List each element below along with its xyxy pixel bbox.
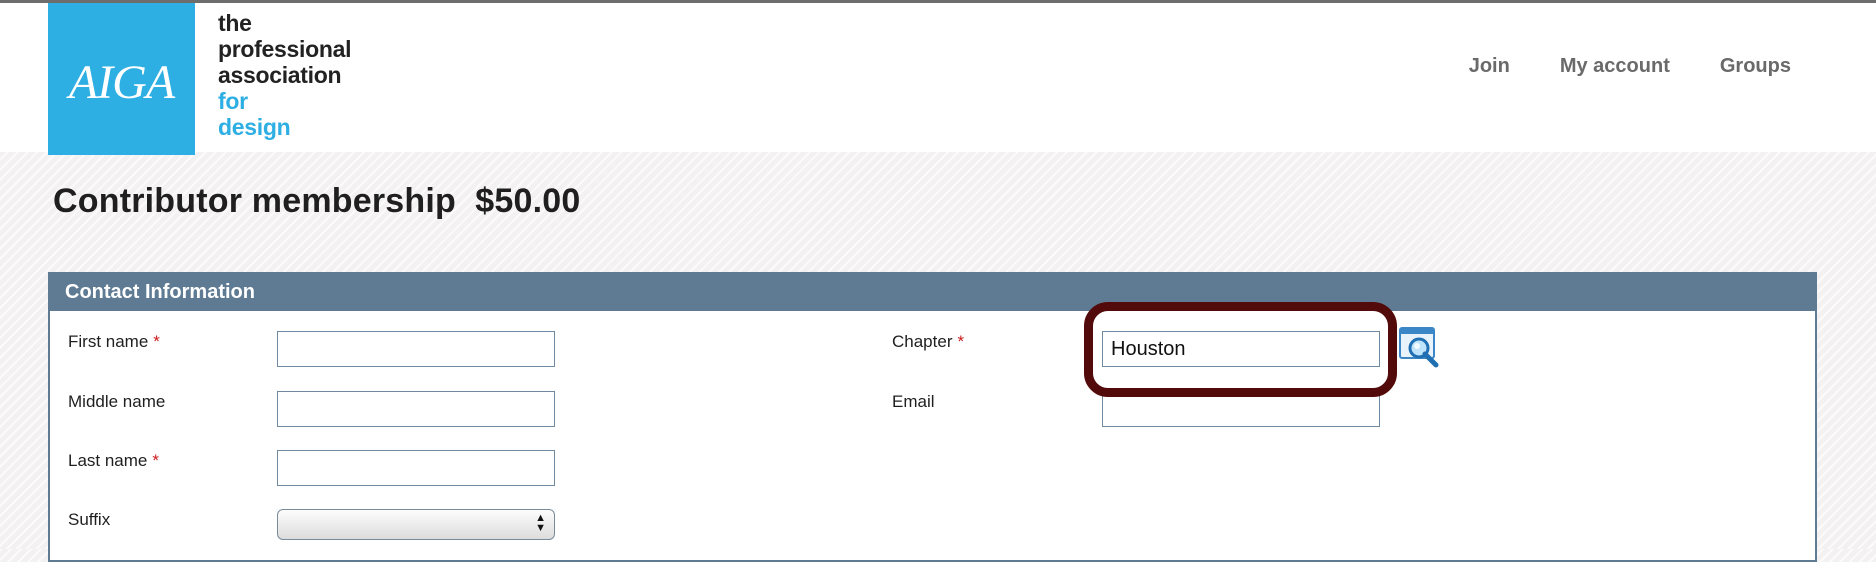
suffix-select[interactable]: ▲ ▼: [277, 509, 555, 540]
required-marker: *: [957, 332, 965, 351]
chapter-input[interactable]: [1102, 331, 1380, 367]
last-name-label-text: Last name: [68, 451, 148, 470]
email-input[interactable]: [1102, 391, 1380, 427]
aiga-logo[interactable]: AIGA: [48, 3, 195, 155]
suffix-label: Suffix: [68, 510, 110, 530]
first-name-label-text: First name: [68, 332, 149, 351]
logo-text: AIGA: [68, 56, 175, 109]
chapter-label-text: Chapter: [892, 332, 953, 351]
tagline-line-2: professional: [218, 36, 352, 62]
first-name-label: First name *: [68, 332, 160, 352]
contact-information-panel: Contact Information First name * Middle n…: [48, 272, 1817, 562]
main-nav: Join My account Groups: [1469, 55, 1791, 78]
required-marker: *: [153, 332, 160, 351]
first-name-input[interactable]: [277, 331, 555, 367]
last-name-label: Last name *: [68, 451, 159, 471]
suffix-label-text: Suffix: [68, 510, 111, 529]
last-name-input[interactable]: [277, 450, 555, 486]
required-marker: *: [152, 451, 160, 470]
email-label-text: Email: [892, 392, 935, 411]
tagline-line-3: association: [218, 62, 342, 88]
email-label: Email: [892, 392, 935, 412]
panel-heading: Contact Information: [50, 274, 1815, 311]
middle-name-label: Middle name: [68, 392, 165, 412]
magnifier-lookup-icon[interactable]: [1399, 326, 1439, 368]
page-title: Contributor membership $50.00: [53, 182, 581, 220]
updown-arrows-icon: ▲ ▼: [535, 512, 546, 534]
nav-join[interactable]: Join: [1469, 55, 1510, 78]
middle-name-input[interactable]: [277, 391, 555, 427]
nav-groups[interactable]: Groups: [1720, 55, 1791, 78]
tagline-line-1: the: [218, 10, 252, 36]
tagline-line-4: for: [218, 88, 248, 114]
middle-name-label-text: Middle name: [68, 392, 166, 411]
chapter-label: Chapter *: [892, 332, 964, 352]
nav-my-account[interactable]: My account: [1560, 55, 1670, 78]
tagline: the professional association for design: [218, 10, 351, 140]
tagline-line-5: design: [218, 114, 291, 140]
site-header: AIGA the professional association for de…: [0, 0, 1876, 155]
